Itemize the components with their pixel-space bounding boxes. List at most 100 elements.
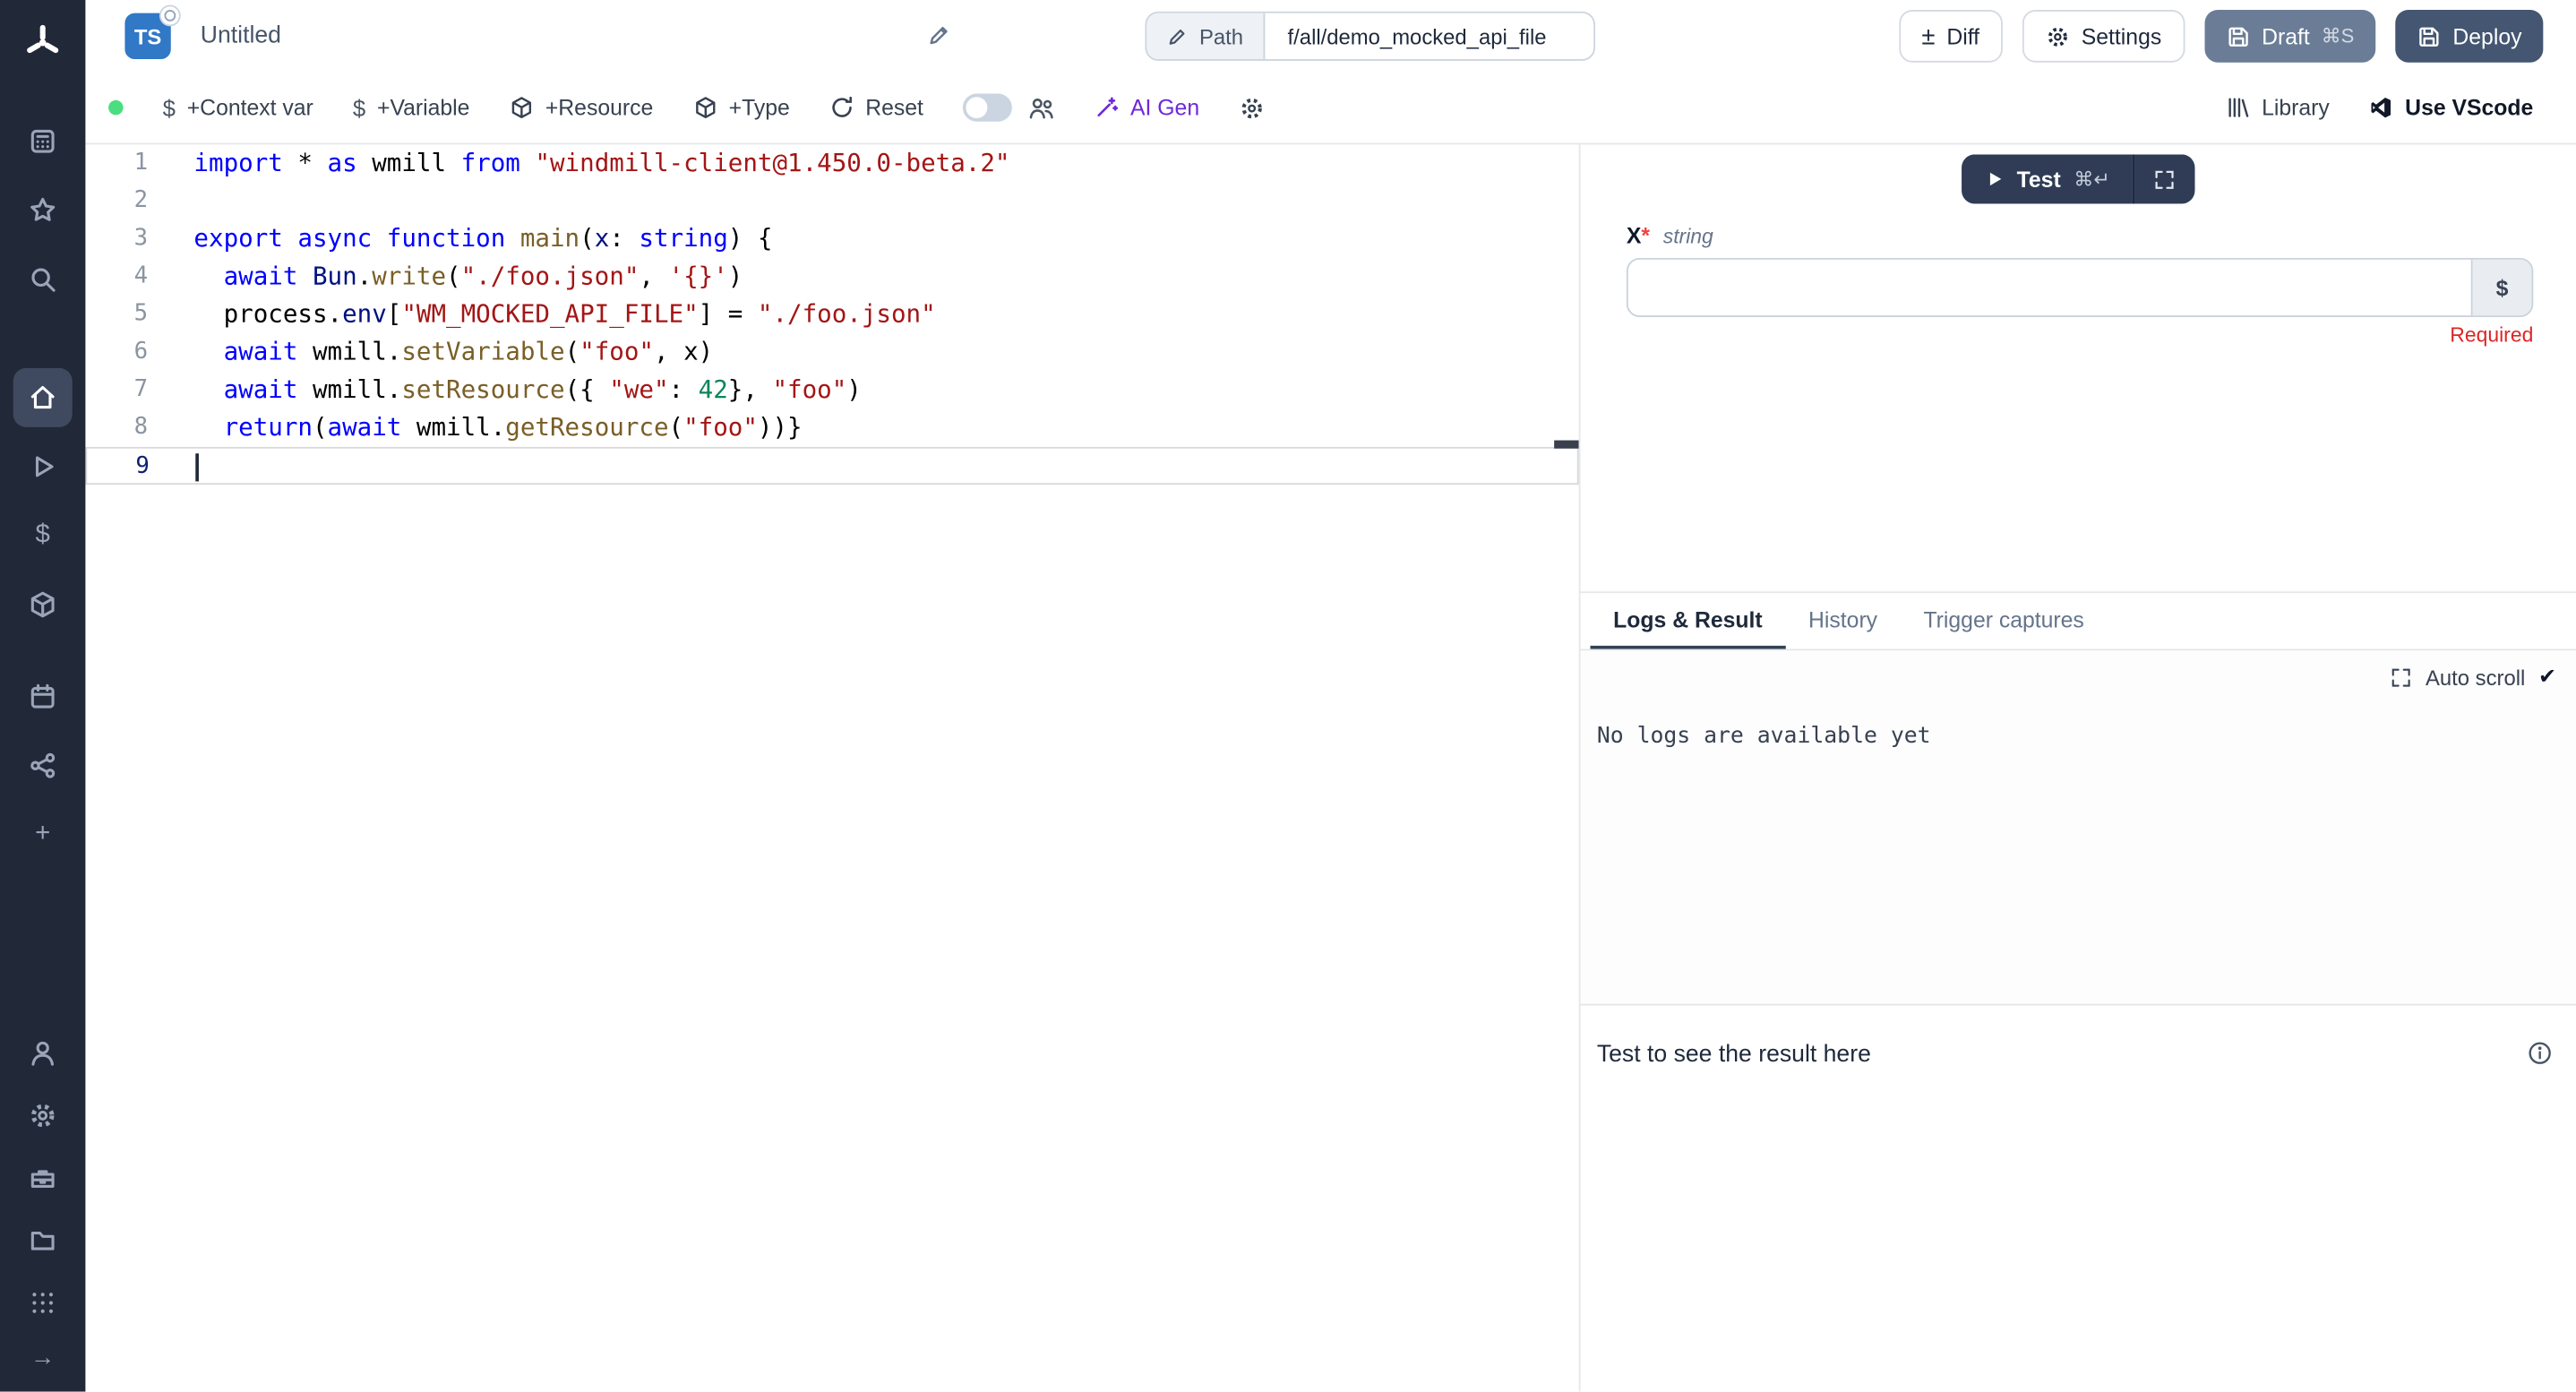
code-line-7[interactable]: 7 await wmill.setResource({ "we": 42}, "… <box>85 372 1578 409</box>
plus-icon: + <box>35 821 50 847</box>
insert-variable-button[interactable]: $ <box>2471 260 2532 315</box>
sidebar-item-apps-grid[interactable] <box>13 1274 73 1333</box>
calendar-icon <box>28 682 57 711</box>
result-tabs: Logs & ResultHistoryTrigger captures <box>1581 591 2576 650</box>
diff-button-label: Diff <box>1946 24 1979 49</box>
sidebar-item-favorites[interactable] <box>13 181 73 240</box>
code-line-1[interactable]: 1import * as wmill from "windmill-client… <box>85 144 1578 182</box>
sidebar-item-runs[interactable] <box>13 437 73 496</box>
add-resource-button[interactable]: +Resource <box>509 95 653 120</box>
path-value[interactable]: f/all/demo_mocked_api_file <box>1265 13 1593 59</box>
topbar: TS Untitled Path f/all/demo_mocked_api_f… <box>85 0 2576 73</box>
sidebar-collapse-button[interactable]: → <box>13 1336 73 1379</box>
check-icon: ✔ <box>2538 664 2556 690</box>
info-icon <box>2527 1040 2553 1066</box>
diff-icon: ± <box>1921 24 1935 49</box>
test-fullscreen-button[interactable] <box>2134 154 2196 203</box>
scrollbar-cursor-mark[interactable] <box>1554 441 1579 449</box>
dollar-icon: $ <box>353 94 365 120</box>
vscode-icon <box>2369 95 2394 120</box>
code-line-8[interactable]: 8 return(await wmill.getResource("foo"))… <box>85 409 1578 447</box>
library-button[interactable]: Library <box>2226 95 2330 120</box>
share-nodes-icon <box>28 751 57 780</box>
code-line-3[interactable]: 3export async function main(x: string) { <box>85 220 1578 258</box>
edit-title-pencil-icon[interactable] <box>926 23 951 48</box>
editor-settings-button[interactable] <box>1239 94 1265 120</box>
tab-trigger-captures[interactable]: Trigger captures <box>1901 593 2108 649</box>
auto-scroll-label: Auto scroll <box>2426 665 2525 690</box>
reset-button[interactable]: Reset <box>829 95 923 120</box>
draft-button[interactable]: Draft ⌘S <box>2204 10 2375 63</box>
deploy-button[interactable]: Deploy <box>2395 10 2543 63</box>
arrow-right-icon: → <box>30 1345 56 1370</box>
app-window: $ + <box>0 0 2576 1392</box>
use-vscode-button[interactable]: Use VScode <box>2369 95 2534 120</box>
settings-button[interactable]: Settings <box>2022 10 2185 63</box>
sidebar-item-home[interactable] <box>13 368 73 427</box>
code-editor[interactable]: 1import * as wmill from "windmill-client… <box>85 144 1580 1391</box>
sidebar-item-resources[interactable] <box>13 575 73 634</box>
windmill-logo-icon[interactable] <box>20 20 65 65</box>
diff-button[interactable]: ± Diff <box>1899 10 2003 63</box>
collab-toggle-group <box>963 94 1055 122</box>
code-lines: 1import * as wmill from "windmill-client… <box>85 144 1578 485</box>
line-number: 6 <box>85 333 148 371</box>
main-area: TS Untitled Path f/all/demo_mocked_api_f… <box>85 0 2576 1392</box>
windmill-logo-glyph <box>23 23 63 63</box>
add-type-label: +Type <box>729 95 790 120</box>
tab-history[interactable]: History <box>1785 593 1900 649</box>
sidebar-item-triggers[interactable] <box>13 736 73 795</box>
arg-input[interactable] <box>1627 258 2533 317</box>
sidebar-item-schedules[interactable] <box>13 667 73 726</box>
ai-gen-button[interactable]: AI Gen <box>1095 95 1199 120</box>
info-button[interactable] <box>2527 1040 2553 1066</box>
code-line-4[interactable]: 4 await Bun.write("./foo.json", '{}') <box>85 258 1578 296</box>
code-line-2[interactable]: 2 <box>85 183 1578 220</box>
content-split: 1import * as wmill from "windmill-client… <box>85 144 2576 1391</box>
path-editor[interactable]: Path f/all/demo_mocked_api_file <box>1145 12 1594 61</box>
play-icon <box>28 451 57 481</box>
code-line-6[interactable]: 6 await wmill.setVariable("foo", x) <box>85 333 1578 371</box>
add-resource-label: +Resource <box>545 95 653 120</box>
gear-icon <box>2045 24 2070 49</box>
sidebar-item-variables[interactable]: $ <box>13 506 73 565</box>
expand-icon <box>2154 168 2176 190</box>
result-panel: Test to see the result here <box>1581 1006 2576 1392</box>
tab-logs-result[interactable]: Logs & Result <box>1591 593 1786 649</box>
arg-input-wrap: $ <box>1627 258 2533 317</box>
sidebar-item-create[interactable]: + <box>13 805 73 864</box>
add-type-button[interactable]: +Type <box>692 95 790 120</box>
settings-button-label: Settings <box>2082 24 2161 49</box>
sidebar-item-calculator[interactable] <box>13 112 73 171</box>
language-badge[interactable]: TS <box>125 13 170 59</box>
refresh-icon <box>829 95 854 120</box>
sidebar-item-settings[interactable] <box>13 1086 73 1145</box>
test-button[interactable]: Test ⌘↵ <box>1961 154 2133 203</box>
sidebar-item-workers[interactable] <box>13 1148 73 1207</box>
script-title[interactable]: Untitled <box>201 23 281 49</box>
arg-type: string <box>1663 225 1713 248</box>
draft-button-label: Draft <box>2262 24 2310 49</box>
play-icon <box>1984 169 2004 189</box>
add-variable-label: +Variable <box>377 95 469 120</box>
reset-label: Reset <box>865 95 923 120</box>
cube-icon <box>509 95 534 120</box>
line-number: 3 <box>85 220 148 258</box>
add-variable-button[interactable]: $ +Variable <box>353 94 470 120</box>
code-line-9[interactable]: 9 <box>85 447 1578 485</box>
editor-toolbar: $ +Context var $ +Variable +Resource +Ty… <box>85 73 2576 145</box>
search-icon <box>28 264 57 294</box>
folder-icon <box>28 1225 57 1255</box>
sidebar-item-search[interactable] <box>13 250 73 309</box>
code-line-5[interactable]: 5 process.env["WM_MOCKED_API_FILE"] = ".… <box>85 296 1578 333</box>
test-button-group: Test ⌘↵ <box>1961 154 2195 203</box>
result-placeholder: Test to see the result here <box>1597 1042 1871 1068</box>
home-icon <box>28 382 57 412</box>
grid-dots-icon <box>28 1288 57 1318</box>
auto-scroll-control[interactable]: Auto scroll ✔ <box>2391 664 2556 690</box>
collab-toggle[interactable] <box>963 94 1012 122</box>
sidebar-item-account[interactable] <box>13 1024 73 1083</box>
sidebar-item-folders[interactable] <box>13 1211 73 1270</box>
line-number: 1 <box>85 144 148 182</box>
add-context-var-button[interactable]: $ +Context var <box>163 94 313 120</box>
